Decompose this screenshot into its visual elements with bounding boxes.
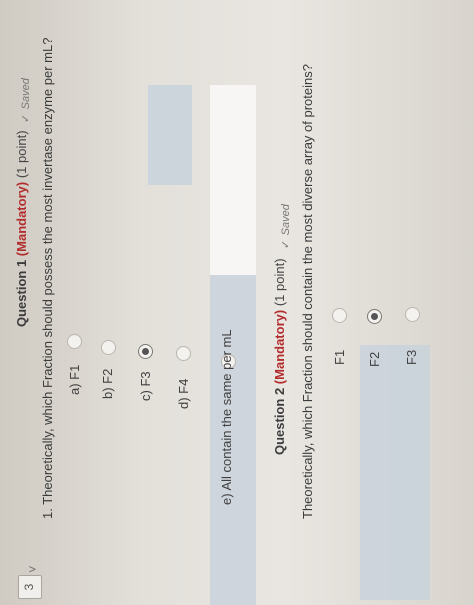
question2-header: Question 2 (Mandatory) (1 point)	[272, 258, 287, 455]
question1-status: ✓ Saved	[16, 78, 34, 123]
q2-option-f2-label: F2	[367, 351, 382, 367]
saved-label: Saved	[20, 78, 32, 110]
q2-option-f3-radio[interactable]	[405, 307, 420, 322]
chevron-down-icon[interactable]: ˅	[25, 565, 40, 573]
question2-points: (1 point)	[272, 258, 287, 307]
q1-option-c-label: c) F3	[138, 371, 153, 401]
q1-option-a-radio[interactable]	[67, 334, 82, 349]
question1-points: (1 point)	[14, 130, 29, 179]
question2-mandatory: (Mandatory)	[272, 309, 287, 385]
question1-text: 1. Theoretically, which Fraction should …	[40, 37, 55, 519]
q2-option-f3-label: F3	[404, 349, 419, 365]
question1-header: Question 1 (Mandatory) (1 point)	[14, 130, 29, 327]
q1-option-a-label: a) F1	[67, 364, 82, 395]
q2-option-f2-radio[interactable]	[367, 309, 382, 324]
option-highlight-q1	[148, 85, 192, 185]
q1-option-d-radio[interactable]	[176, 346, 191, 361]
question1-title: Question 1	[14, 259, 29, 327]
saved-check-icon: ✓	[280, 239, 292, 249]
screenshot-stage: 3 ˅ Question 1 (Mandatory) (1 point) ✓ S…	[0, 0, 474, 605]
q1-option-d-label: d) F4	[176, 378, 191, 409]
q1-option-e-label: e) All contain the same per mL	[219, 329, 234, 505]
saved-check-icon: ✓	[20, 113, 32, 123]
saved-label: Saved	[280, 204, 292, 236]
question2-status: ✓ Saved	[276, 204, 294, 249]
question-number-box[interactable]: 3	[18, 575, 42, 599]
option-highlight-q2	[360, 345, 430, 600]
q1-option-b-radio[interactable]	[101, 340, 116, 355]
quiz-page: 3 ˅ Question 1 (Mandatory) (1 point) ✓ S…	[0, 0, 474, 605]
question-number: 3	[22, 583, 36, 591]
q1-option-c-radio[interactable]	[138, 344, 153, 359]
question2-text: Theoretically, which Fraction should con…	[300, 64, 315, 519]
q2-option-f1-label: F1	[332, 349, 347, 365]
question1-mandatory: (Mandatory)	[14, 181, 29, 257]
q2-option-f1-radio[interactable]	[332, 308, 347, 323]
option-highlight-white	[210, 85, 256, 275]
question2-title: Question 2	[272, 387, 287, 455]
q1-option-b-label: b) F2	[100, 368, 115, 399]
